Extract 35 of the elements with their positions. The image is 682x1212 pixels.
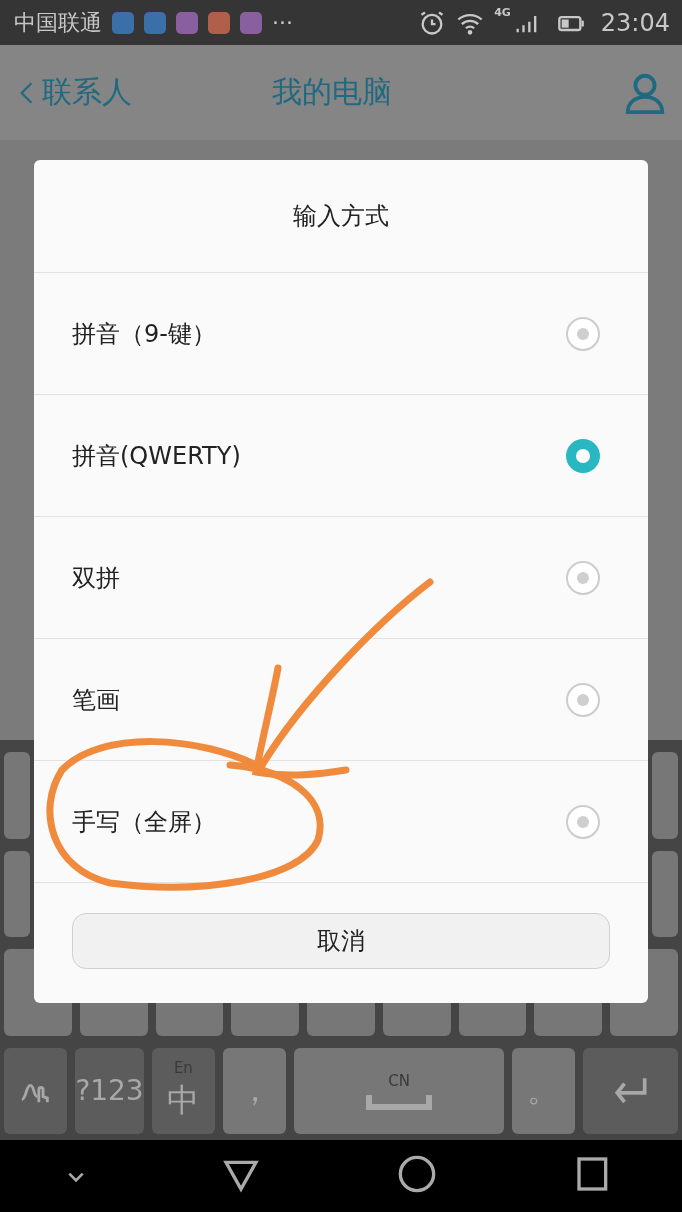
radio-button[interactable] [566,316,600,351]
option-row[interactable]: 双拼 [34,517,648,639]
option-label: 拼音(QWERTY) [72,440,241,472]
keyboard-key[interactable] [4,752,30,839]
handwriting-key[interactable] [4,1047,68,1134]
option-row[interactable]: 笔画 [34,639,648,761]
app-icon [208,11,230,34]
keyboard-key[interactable] [652,752,678,839]
radio-button[interactable] [566,682,600,717]
keyboard-key[interactable] [652,850,678,937]
network-type: 4G [494,6,511,19]
app-icon [144,11,166,34]
radio-button[interactable] [566,804,600,839]
dialog-title: 输入方式 [34,160,648,273]
option-label: 手写（全屏） [72,806,216,838]
radio-button[interactable] [566,560,600,595]
option-label: 拼音（9-键） [72,318,216,350]
chevron-down-icon [68,1171,85,1182]
app-icon [112,11,134,34]
more-notifications: ··· [272,10,293,35]
option-row[interactable]: 手写（全屏） [34,761,648,883]
enter-key[interactable] [582,1047,678,1134]
screen-title: 我的电脑 [271,73,393,111]
option-label: 双拼 [72,562,120,594]
home-circle-icon [397,1154,438,1194]
keyboard-key[interactable] [4,850,30,937]
clock: 23:04 [600,8,670,37]
cancel-button[interactable]: 取消 [72,913,610,969]
radio-button[interactable] [566,438,600,473]
carrier-name: 中国联通 [14,8,102,37]
app-icon [240,11,262,34]
option-label: 笔画 [72,684,120,716]
app-icon [176,11,198,34]
option-row[interactable]: 拼音（9-键） [34,273,648,395]
option-row[interactable]: 拼音(QWERTY) [34,395,648,517]
